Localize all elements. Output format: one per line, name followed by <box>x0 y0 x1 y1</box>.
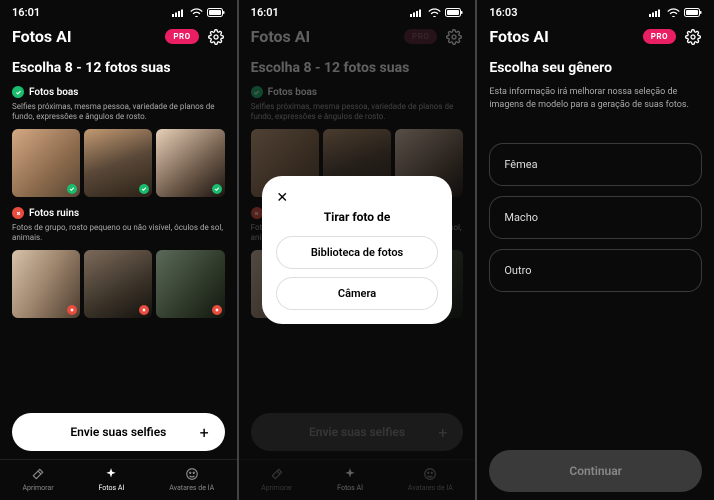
gender-option-other[interactable]: Outro <box>489 249 702 292</box>
screen-1: 16:01 Fotos AI PRO Escolha 8 - 12 fotos … <box>0 0 237 500</box>
good-desc: Selfies próximas, mesma pessoa, variedad… <box>12 102 225 123</box>
gender-option-female[interactable]: Fêmea <box>489 143 702 186</box>
modal-overlay[interactable]: ✕ Tirar foto de Biblioteca de fotos Câme… <box>239 0 476 500</box>
thumb-bad-3[interactable] <box>156 250 224 318</box>
tab-fotos-ai[interactable]: Fotos AI <box>99 466 125 492</box>
check-badge-icon <box>212 184 222 194</box>
page-subtitle: Escolha 8 - 12 fotos suas <box>12 60 225 76</box>
signal-icon <box>649 8 663 17</box>
thumb-good-3[interactable] <box>156 129 224 197</box>
check-icon <box>12 86 24 98</box>
tab-label: Avatares de IA <box>169 484 214 492</box>
cta-area: Envie suas selfies + <box>0 405 237 459</box>
good-label-text: Fotos boas <box>29 87 78 98</box>
app-header: Fotos AI PRO <box>477 21 714 52</box>
check-badge-icon <box>139 184 149 194</box>
tab-label: Aprimorar <box>22 484 53 492</box>
gear-icon[interactable] <box>684 28 702 46</box>
screen-3: 16:03 Fotos AI PRO Escolha seu gênero Es… <box>477 0 714 500</box>
camera-button[interactable]: Câmera <box>276 277 437 310</box>
status-time: 16:03 <box>489 6 517 19</box>
status-time: 16:01 <box>12 6 40 19</box>
modal-title: Tirar foto de <box>276 210 437 224</box>
app-title: Fotos AI <box>489 27 549 46</box>
check-badge-icon <box>67 184 77 194</box>
battery-icon <box>207 8 225 17</box>
tab-label: Fotos AI <box>99 484 125 492</box>
app-header: Fotos AI PRO <box>0 21 237 52</box>
tab-avatares[interactable]: Avatares de IA <box>169 466 214 492</box>
tab-aprimorar[interactable]: Aprimorar <box>22 466 53 492</box>
photo-source-modal: ✕ Tirar foto de Biblioteca de fotos Câme… <box>262 176 451 324</box>
photo-library-button[interactable]: Biblioteca de fotos <box>276 236 437 269</box>
main-content: Escolha seu gênero Esta informação irá m… <box>477 52 714 442</box>
sparkle-icon <box>103 466 119 482</box>
pro-badge[interactable]: PRO <box>643 29 676 44</box>
thumb-bad-2[interactable] <box>84 250 152 318</box>
cta-label: Envie suas selfies <box>70 425 166 439</box>
wand-icon <box>30 466 46 482</box>
bad-desc: Fotos de grupo, rosto pequeno ou não vis… <box>12 223 225 244</box>
signal-icon <box>172 8 186 17</box>
thumb-good-1[interactable] <box>12 129 80 197</box>
x-badge-icon <box>212 305 222 315</box>
spacer <box>489 292 702 434</box>
face-icon <box>184 466 200 482</box>
wifi-icon <box>667 8 680 17</box>
plus-icon: + <box>200 423 209 442</box>
bad-photos-label: Fotos ruins <box>12 207 225 219</box>
x-badge-icon <box>67 305 77 315</box>
gear-icon[interactable] <box>207 28 225 46</box>
status-icons <box>172 8 225 17</box>
tab-bar: Aprimorar Fotos AI Avatares de IA <box>0 459 237 500</box>
app-title: Fotos AI <box>12 27 72 46</box>
gender-options: Fêmea Macho Outro <box>489 143 702 292</box>
thumb-bad-1[interactable] <box>12 250 80 318</box>
status-bar: 16:03 <box>477 0 714 21</box>
bad-thumbs <box>12 250 225 318</box>
continue-button[interactable]: Continuar <box>489 450 702 492</box>
main-content: Escolha 8 - 12 fotos suas Fotos boas Sel… <box>0 52 237 405</box>
thumb-good-2[interactable] <box>84 129 152 197</box>
close-icon[interactable]: ✕ <box>276 190 437 206</box>
x-badge-icon <box>139 305 149 315</box>
screen-2: 16:01 Fotos AI PRO Escolha 8 - 12 fotos … <box>239 0 476 500</box>
gender-option-male[interactable]: Macho <box>489 196 702 239</box>
wifi-icon <box>190 8 203 17</box>
good-thumbs <box>12 129 225 197</box>
x-icon <box>12 207 24 219</box>
status-icons <box>649 8 702 17</box>
upload-selfies-button[interactable]: Envie suas selfies + <box>12 413 225 451</box>
status-bar: 16:01 <box>0 0 237 21</box>
bad-label-text: Fotos ruins <box>29 208 79 219</box>
page-description: Esta informação irá melhorar nossa seleç… <box>489 86 702 111</box>
page-subtitle: Escolha seu gênero <box>489 60 702 76</box>
good-photos-label: Fotos boas <box>12 86 225 98</box>
pro-badge[interactable]: PRO <box>165 29 198 44</box>
battery-icon <box>684 8 702 17</box>
